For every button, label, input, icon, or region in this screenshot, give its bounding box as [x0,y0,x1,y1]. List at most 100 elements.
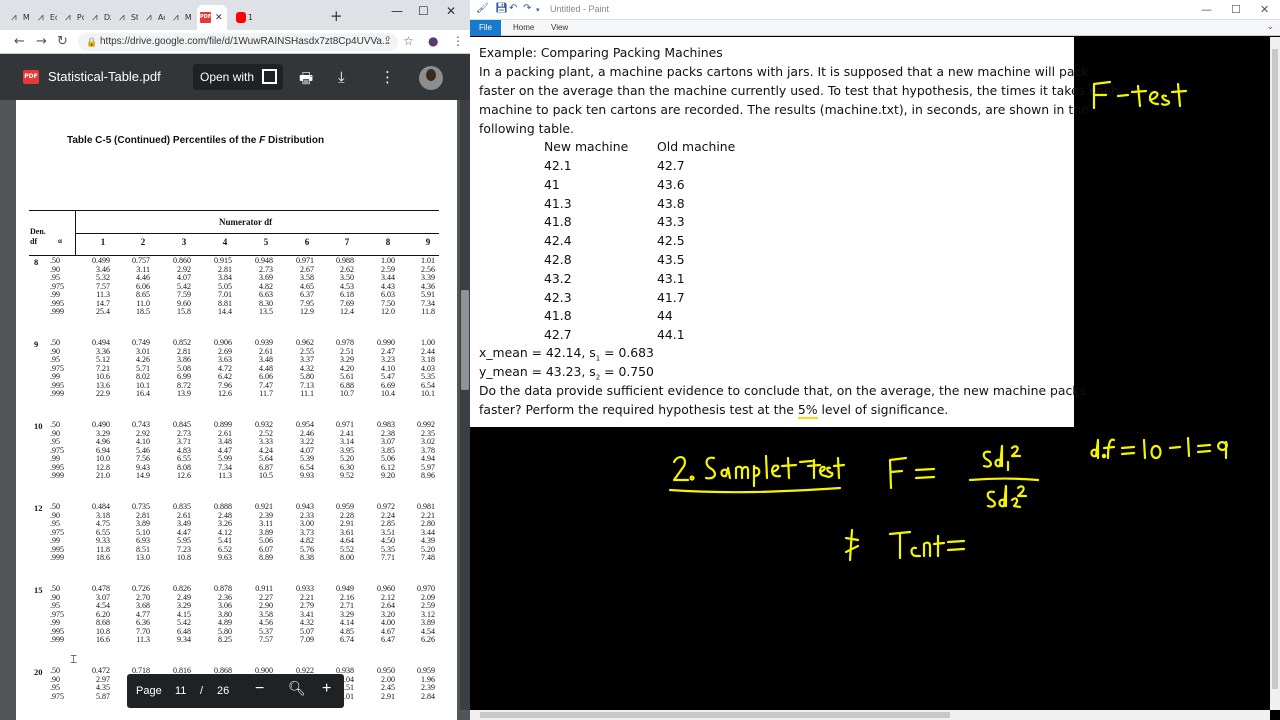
pdf-page: Table C-5 (Continued) Percentiles of the… [16,100,457,720]
browser-tab[interactable]: ⩘ Pc [62,5,84,30]
alpha-column: .50 .90 .95 .975 .99 .995 .999 [50,584,64,644]
den-df-header: Den. df [30,227,46,246]
tab-title: M [22,13,30,22]
column-header: 2 [140,237,146,247]
browser-tab[interactable]: ⩘ St [116,5,138,30]
den-df-value: 10 [34,421,43,431]
handwritten-annotations [668,80,1228,562]
ink-df-formula [1090,436,1228,460]
value-column: 0.906 2.69 3.63 4.72 6.42 7.96 12.6 [214,338,232,398]
value-column: 0.959 2.28 2.91 3.61 4.64 5.52 8.00 [336,502,354,562]
maximize-icon[interactable]: ☐ [418,4,429,18]
page-total: 26 [217,685,230,697]
youtube-icon [236,12,246,23]
browser-tab[interactable]: ⩘ Ec [35,5,57,30]
download-icon[interactable]: ⤓ [338,68,345,86]
zoom-out-icon[interactable]: − [255,680,264,698]
ink-2-sample-f-test [668,454,846,494]
zoom-magnifier-icon[interactable]: 🔍︎ [288,680,306,697]
value-column: 0.959 1.96 2.39 2.84 [417,666,435,701]
close-icon[interactable]: ✕ [446,4,456,18]
bookmark-star-icon[interactable]: ☆ [403,34,414,48]
address-bar: ← → ↻ 🔒 https://drive.google.com/file/d/… [0,30,470,54]
value-column: 0.888 2.48 3.26 4.12 5.41 6.52 9.63 [214,502,232,562]
value-column: 0.950 2.00 2.45 2.91 [377,666,395,701]
extension-icon[interactable]: ● [428,34,438,48]
tab-title: 1 [247,13,253,22]
den-df-value: 9 [34,339,39,349]
paint-hscroll-thumb[interactable] [480,712,950,718]
value-column: 1.00 2.44 3.18 4.03 5.35 6.54 10.1 [421,338,435,398]
minimize-icon[interactable]: — [391,4,403,18]
reload-icon[interactable]: ↻ [57,34,68,49]
drive-icon: ⩘ [11,12,17,23]
value-column: 0.962 2.55 3.37 4.32 5.80 7.13 11.1 [296,338,314,398]
value-column: 0.921 2.39 3.11 3.89 5.06 6.07 8.89 [255,502,273,562]
column-header: 1 [100,237,106,247]
alpha-column: .50 .90 .95 .975 .99 .995 .999 [50,256,64,316]
zoom-in-icon[interactable]: + [322,680,331,698]
value-column: 0.860 2.92 4.07 5.42 7.59 9.60 15.8 [173,256,191,316]
pdf-filename: Statistical-Table.pdf [48,69,161,84]
value-column: 0.971 2.41 3.14 3.95 5.20 6.30 9.52 [336,420,354,480]
drive-icon: ⩘ [38,12,44,23]
table-header-rule [75,233,439,234]
ink-t-crit [844,528,966,562]
table-title: Table C-5 (Continued) Percentiles of the… [67,135,324,146]
tab-close-icon[interactable]: ✕ [215,13,223,23]
browser-tab[interactable]: ⩘ Dz [89,5,111,30]
alpha-column: .50 .90 .95 .975 [50,666,64,701]
value-column: 0.484 3.18 4.75 6.55 9.33 11.8 18.6 [92,502,110,562]
value-column: 1.01 2.56 3.39 4.36 5.91 7.34 11.8 [421,256,435,316]
numerator-df-header: Numerator df [219,217,273,227]
browser-tab[interactable]: ⩘ M [8,5,30,30]
den-df-value: 8 [34,257,39,267]
value-column: 0.948 2.73 3.69 4.82 6.63 8.30 13.5 [255,256,273,316]
browser-tab[interactable]: ⩘ Ac [143,5,165,30]
value-column: 0.960 2.12 2.64 3.20 4.00 4.67 6.47 [377,584,395,644]
pdf-scrollbar-thumb[interactable] [461,290,469,390]
value-column: 0.852 2.81 3.86 5.08 6.99 8.72 13.9 [173,338,191,398]
paint-horizontal-scrollbar[interactable] [470,710,1270,720]
value-column: 0.971 2.67 3.58 4.65 6.37 7.95 12.9 [296,256,314,316]
more-options-icon[interactable]: ⋮ [380,68,395,86]
pdf-file-icon: PDF [23,70,39,84]
den-df-value: 12 [34,503,43,513]
chrome-menu-icon[interactable]: ⋮ [452,34,464,48]
drive-icon: ⩘ [173,12,179,23]
page-number-input[interactable]: 11 [175,685,186,697]
column-header: 9 [425,237,431,247]
column-header: 4 [222,237,228,247]
pdf-scrollbar[interactable] [460,100,470,710]
lock-icon: 🔒 [86,37,98,47]
url-input[interactable]: 🔒 https://drive.google.com/file/d/1WuwRA… [78,33,398,51]
avatar[interactable] [419,66,443,90]
alpha-column: .50 .90 .95 .975 .99 .995 .999 [50,420,64,480]
open-with-button[interactable]: Open with [193,64,283,90]
table-top-rule [29,210,439,211]
paint-vscroll-thumb[interactable] [1272,49,1278,689]
value-column: 0.845 2.73 3.71 4.83 6.55 8.08 12.6 [173,420,191,480]
paint-window: 🖌 💾︎ ↶ ↷ ▾ Untitled - Paint — ☐ ✕ File H… [470,0,1280,720]
value-column: 0.933 2.21 2.79 3.41 4.32 5.07 7.09 [296,584,314,644]
table-title-suffix: Distribution [265,135,325,146]
ink-f-test [1092,80,1188,110]
new-tab-button[interactable]: + [330,7,343,25]
value-column: 0.949 2.16 2.71 3.29 4.14 4.85 6.74 [336,584,354,644]
alpha-column: .50 .90 .95 .975 .99 .995 .999 [50,338,64,398]
print-icon[interactable]: 🖶 [299,68,313,93]
browser-tab[interactable]: 1 [233,5,255,30]
back-icon[interactable]: ← [14,34,25,49]
browser-tab[interactable]: ⩘ M [170,5,192,30]
share-icon[interactable]: ⇪ [383,34,392,47]
value-column: 0.978 2.51 3.29 4.20 5.61 6.88 10.7 [336,338,354,398]
tab-title: Pc [76,13,84,22]
forward-icon[interactable]: → [36,34,47,49]
paint-vertical-scrollbar[interactable] [1270,37,1280,710]
pdf-viewer[interactable]: Table C-5 (Continued) Percentiles of the… [0,100,470,720]
value-column: 0.943 2.33 3.00 3.73 4.82 5.76 8.38 [296,502,314,562]
drive-icon: ⩘ [92,12,98,23]
value-column: 0.472 2.97 4.35 5.87 [92,666,110,701]
value-column: 0.726 2.70 3.68 4.77 6.36 7.70 11.3 [132,584,150,644]
browser-tab[interactable]: PDF ✕ [197,5,227,30]
